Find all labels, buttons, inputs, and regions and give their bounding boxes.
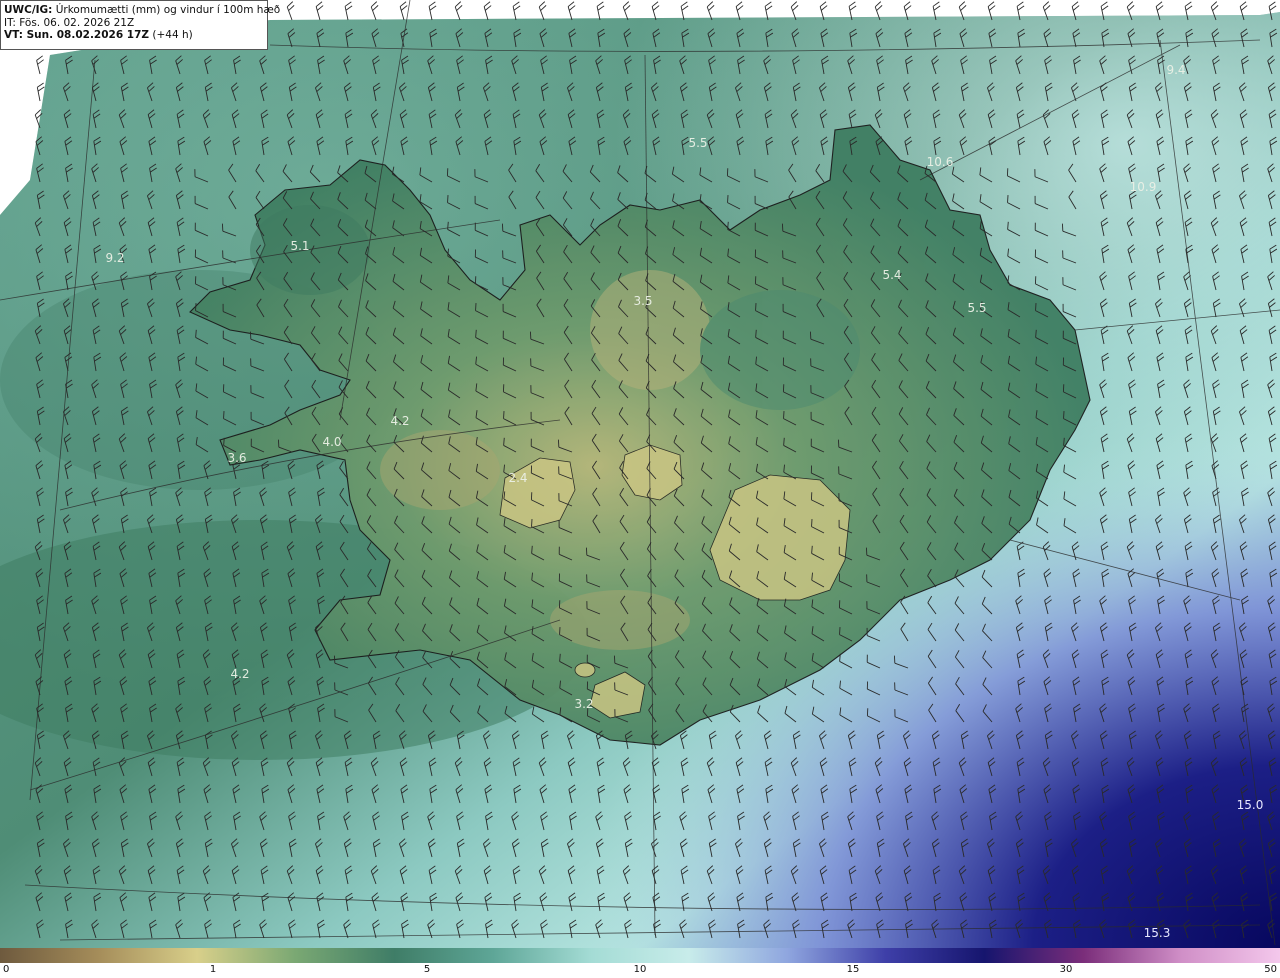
valid-time-line: VT: Sun. 08.02.2026 17Z (+44 h) <box>4 29 264 42</box>
precipitation-map: 9.2 5.1 5.5 10.6 10.9 9.4 5.4 5.5 3.5 4.2 4.0 3.6 2.… <box>0 0 1280 948</box>
point-value-o: 3.2 <box>574 697 593 711</box>
point-value-p: 15.0 <box>1237 798 1264 812</box>
colorbar-tick-label: 15 <box>846 964 860 975</box>
point-value-f: 9.4 <box>1166 63 1185 77</box>
colorbar-strip <box>0 948 1280 963</box>
point-value-e: 10.9 <box>1130 180 1157 194</box>
point-value-h: 5.5 <box>967 301 986 315</box>
issue-time: IT: Fös. 06. 02. 2026 21Z <box>4 16 135 29</box>
point-value-m: 2.4 <box>508 471 527 485</box>
colorbar-tick-label: 50 <box>1264 964 1277 975</box>
map-legend-box: UWC/IG: Úrkomumætti (mm) og vindur í 100… <box>0 0 280 50</box>
point-value-g: 5.4 <box>882 268 901 282</box>
point-value-k: 4.0 <box>322 435 341 449</box>
point-value-a: 9.2 <box>105 251 124 265</box>
point-value-c: 5.5 <box>688 136 707 150</box>
lead-time: (+44 h) <box>149 29 193 41</box>
title-line: UWC/IG: Úrkomumætti (mm) og vindur í 100… <box>4 4 280 17</box>
colorbar: 0 1 5 10 15 30 50 <box>0 948 1280 978</box>
point-value-b: 5.1 <box>290 239 309 253</box>
colorbar-tick-label: 10 <box>633 964 647 975</box>
colorbar-tick-label: 5 <box>423 964 431 975</box>
colorbar-gradient <box>0 948 1280 963</box>
colorbar-tick-label: 0 <box>3 964 10 975</box>
valid-time: VT: Sun. 08.02.2026 17Z <box>4 29 150 41</box>
point-value-n: 4.2 <box>230 667 249 681</box>
model-prefix: UWC/IG: <box>4 4 53 16</box>
point-value-q: 15.3 <box>1144 926 1171 940</box>
point-value-j: 4.2 <box>390 414 409 428</box>
point-value-d: 10.6 <box>927 155 954 169</box>
point-value-l: 3.6 <box>227 451 246 465</box>
colorbar-tick-label: 1 <box>209 964 217 975</box>
map-title: Úrkomumætti (mm) og vindur í 100m hæð <box>52 4 281 16</box>
point-value-i: 3.5 <box>633 294 652 308</box>
colorbar-tick-label: 30 <box>1059 964 1073 975</box>
